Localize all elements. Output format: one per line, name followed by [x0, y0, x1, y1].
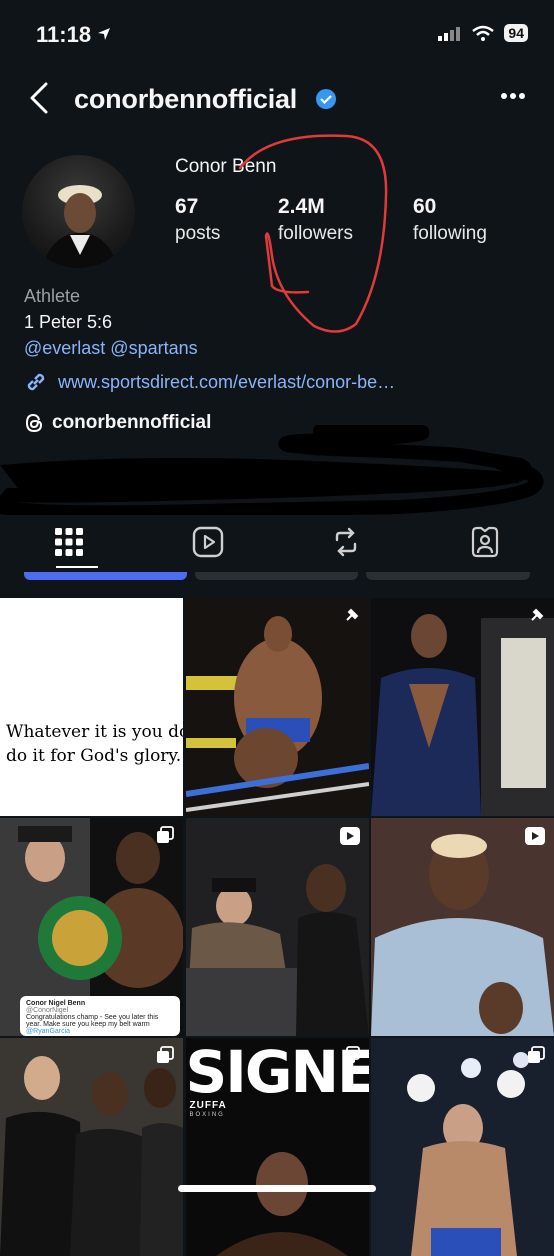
tweet-mention: @RyanGarcia	[26, 1028, 174, 1035]
reel-video-icon	[524, 826, 546, 846]
profile-category: Athlete	[24, 286, 80, 307]
back-icon[interactable]	[28, 82, 50, 114]
battery-level: 94	[504, 24, 528, 42]
posts-label: posts	[175, 223, 220, 245]
profile-link[interactable]: www.sportsdirect.com/everlast/conor-be…	[24, 370, 395, 394]
highlight-pills	[0, 572, 554, 580]
more-options-icon[interactable]	[500, 92, 526, 100]
pill	[366, 572, 530, 580]
post-belt-tweet[interactable]: Conor Nigel Benn @ConorNigel Congratulat…	[0, 818, 183, 1036]
status-time: 11:18	[36, 22, 91, 48]
wifi-icon	[472, 25, 494, 41]
quote-line-2: do it for God's glory.	[6, 746, 181, 766]
zuffa-brand: ZUFFA	[190, 1100, 227, 1111]
status-icons: 94	[438, 24, 528, 42]
profile-username: conorbennofficial	[74, 84, 297, 115]
pinned-icon	[528, 606, 546, 624]
home-indicator[interactable]	[178, 1185, 376, 1192]
profile-avatar[interactable]	[22, 155, 135, 268]
tweet-card: Conor Nigel Benn @ConorNigel Congratulat…	[20, 996, 180, 1036]
active-tab-indicator	[56, 566, 98, 568]
profile-mentions[interactable]: @everlast @spartans	[24, 338, 198, 359]
stat-following[interactable]: 60 following	[413, 195, 487, 245]
red-circle-annotation	[228, 126, 398, 336]
verified-badge-icon	[315, 88, 337, 110]
grid-icon	[55, 528, 83, 556]
post-arena-celebration[interactable]	[371, 1038, 554, 1256]
post-portrait[interactable]	[371, 818, 554, 1036]
tab-grid[interactable]	[0, 518, 139, 566]
tweet-text: Congratulations champ - See you later th…	[26, 1014, 174, 1028]
post-interview[interactable]	[186, 818, 369, 1036]
tweet-name: Conor Nigel Benn	[26, 1000, 174, 1007]
posts-count: 67	[175, 195, 220, 219]
carousel-icon	[341, 1046, 361, 1066]
tagged-icon	[469, 526, 501, 558]
link-url[interactable]: www.sportsdirect.com/everlast/conor-be…	[58, 372, 395, 393]
stat-posts[interactable]: 67 posts	[175, 195, 220, 245]
following-count: 60	[413, 195, 487, 219]
post-group-photo[interactable]	[0, 1038, 183, 1256]
tab-reposts[interactable]	[277, 518, 416, 566]
pill-active	[24, 572, 187, 580]
pinned-icon	[343, 606, 361, 624]
redaction-scribble	[0, 425, 554, 515]
post-signed[interactable]: SIGNED ZUFFA BOXING	[186, 1038, 369, 1256]
link-icon	[24, 370, 48, 394]
post-suit-car[interactable]	[371, 598, 554, 816]
quote-line-1: Whatever it is you do	[6, 722, 183, 742]
reel-video-icon	[339, 826, 361, 846]
pill	[195, 572, 358, 580]
tab-tagged[interactable]	[416, 518, 554, 566]
profile-tabs	[0, 518, 554, 566]
location-arrow-icon	[96, 26, 112, 42]
signal-icon	[438, 25, 462, 41]
carousel-icon	[155, 1046, 175, 1066]
post-boxing-ring[interactable]	[186, 598, 369, 816]
repost-icon	[331, 526, 361, 558]
tweet-handle: @ConorNigel	[26, 1007, 174, 1014]
posts-grid: Whatever it is you do do it for God's gl…	[0, 598, 554, 1256]
following-label: following	[413, 223, 487, 245]
carousel-icon	[526, 1046, 546, 1066]
profile-bio: 1 Peter 5:6	[24, 312, 112, 333]
carousel-icon	[155, 826, 175, 846]
reels-icon	[192, 526, 224, 558]
zuffa-brand-sub: BOXING	[190, 1112, 225, 1118]
post-quote[interactable]: Whatever it is you do do it for God's gl…	[0, 598, 183, 816]
tab-reels[interactable]	[139, 518, 278, 566]
